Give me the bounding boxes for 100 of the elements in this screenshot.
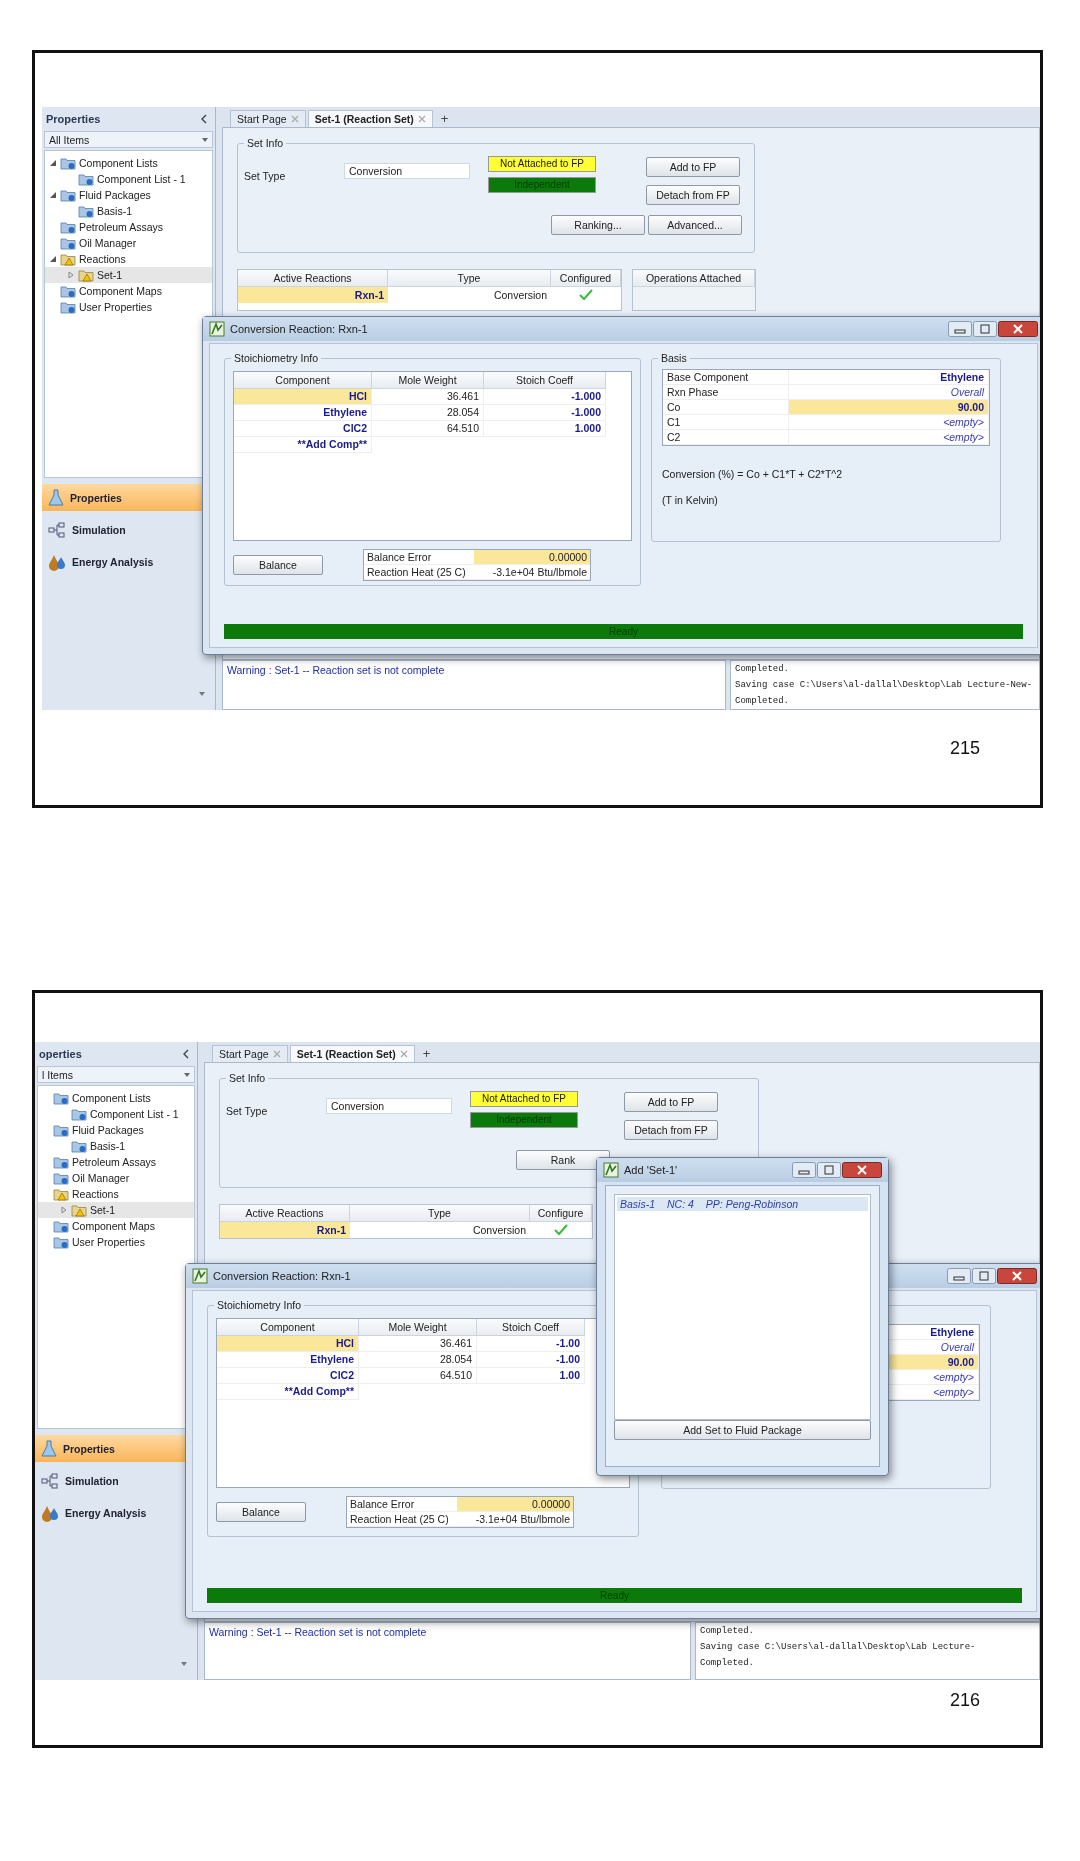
table-cell[interactable]: 90.00 bbox=[789, 400, 989, 415]
close-icon[interactable] bbox=[399, 1050, 408, 1058]
warning-folder-icon bbox=[71, 1203, 87, 1217]
table-cell[interactable]: Ethylene bbox=[789, 370, 989, 385]
tree-item[interactable]: Component Lists bbox=[45, 155, 212, 171]
table-cell[interactable]: <empty> bbox=[789, 430, 989, 445]
filter-dropdown[interactable]: l Items bbox=[37, 1066, 195, 1083]
caret-icon[interactable] bbox=[181, 1662, 187, 1666]
nav-button[interactable]: Energy Analysis bbox=[35, 1499, 197, 1526]
tree-item[interactable]: Oil Manager bbox=[38, 1170, 194, 1186]
expander-icon[interactable] bbox=[49, 159, 57, 167]
table-cell[interactable]: HCl bbox=[217, 1336, 359, 1352]
tree-item[interactable]: Component Maps bbox=[45, 283, 212, 299]
action-button[interactable]: Add to FP bbox=[646, 157, 740, 177]
close-icon[interactable] bbox=[290, 115, 299, 123]
list-item[interactable]: Basis-1 NC: 4 PP: Peng-Robinson bbox=[617, 1197, 868, 1211]
maximize-button[interactable] bbox=[817, 1162, 841, 1178]
tree-item[interactable]: User Properties bbox=[38, 1234, 194, 1250]
table-cell[interactable]: <empty> bbox=[789, 415, 989, 430]
balance-button[interactable]: Balance bbox=[216, 1502, 306, 1522]
collapse-icon[interactable] bbox=[201, 114, 207, 124]
action-button[interactable]: Rank bbox=[516, 1150, 610, 1170]
action-button[interactable]: Advanced... bbox=[648, 215, 742, 235]
nav-button[interactable]: Simulation bbox=[35, 1467, 197, 1494]
group-label: Basis bbox=[658, 352, 690, 364]
tab[interactable]: Set-1 (Reaction Set) bbox=[307, 110, 433, 127]
tree-item[interactable]: Component List - 1 bbox=[38, 1106, 194, 1122]
caret-icon[interactable] bbox=[199, 692, 205, 696]
tree-item[interactable]: Fluid Packages bbox=[45, 187, 212, 203]
tree-item[interactable]: Component List - 1 bbox=[45, 171, 212, 187]
set-type-field[interactable]: Conversion bbox=[344, 163, 470, 179]
column-header: Stoich Coeff bbox=[477, 1319, 585, 1336]
close-button[interactable] bbox=[842, 1162, 882, 1178]
table-cell: 28.054 bbox=[372, 405, 484, 421]
tree-item[interactable]: User Properties bbox=[45, 299, 212, 315]
column-header: Stoich Coeff bbox=[484, 372, 606, 389]
window-title: Add 'Set-1' bbox=[624, 1164, 678, 1176]
new-tab-button[interactable]: + bbox=[416, 1044, 437, 1062]
minimize-button[interactable] bbox=[948, 321, 972, 337]
tree-item[interactable]: Basis-1 bbox=[45, 203, 212, 219]
log-line: Saving case C:\Users\al-dallal\Desktop\Lab Lecture-New- bbox=[735, 679, 1034, 692]
flowsheet-icon bbox=[41, 1472, 59, 1489]
close-button[interactable] bbox=[997, 1268, 1037, 1284]
tree-item[interactable]: Oil Manager bbox=[45, 235, 212, 251]
table-cell[interactable]: ClC2 bbox=[217, 1368, 359, 1384]
collapse-icon[interactable] bbox=[183, 1049, 189, 1059]
table-cell[interactable]: **Add Comp** bbox=[217, 1384, 359, 1400]
minimize-button[interactable] bbox=[947, 1268, 971, 1284]
table-cell: Reaction Heat (25 C) bbox=[364, 565, 474, 580]
tab[interactable]: Start Page bbox=[230, 110, 306, 127]
minimize-button[interactable] bbox=[792, 1162, 816, 1178]
table-cell: 1.00 bbox=[477, 1368, 585, 1384]
table-cell[interactable]: ClC2 bbox=[234, 421, 372, 437]
log-line: Completed. bbox=[700, 1657, 755, 1670]
balance-button[interactable]: Balance bbox=[233, 555, 323, 575]
tree-item[interactable]: Fluid Packages bbox=[38, 1122, 194, 1138]
action-button[interactable]: Detach from FP bbox=[646, 185, 740, 205]
add-button[interactable]: Add Set to Fluid Package bbox=[614, 1420, 871, 1440]
action-button[interactable]: Detach from FP bbox=[624, 1120, 718, 1140]
filter-dropdown[interactable]: All Items bbox=[44, 131, 213, 148]
tree-item[interactable]: Petroleum Assays bbox=[38, 1154, 194, 1170]
maximize-button[interactable] bbox=[973, 321, 997, 337]
nav-button[interactable]: Energy Analysis bbox=[42, 548, 215, 575]
close-button[interactable] bbox=[998, 321, 1038, 337]
log-line: Completed. bbox=[700, 1625, 755, 1638]
field-label: Set Type bbox=[226, 1105, 269, 1117]
folder-icon bbox=[60, 236, 76, 250]
tab[interactable]: Set-1 (Reaction Set) bbox=[289, 1045, 415, 1062]
page-number: 216 bbox=[949, 1690, 980, 1711]
action-button[interactable]: Add to FP bbox=[624, 1092, 718, 1112]
tree-item[interactable]: Set-1 bbox=[45, 267, 212, 283]
tree-item[interactable]: Basis-1 bbox=[38, 1138, 194, 1154]
folder-icon bbox=[53, 1155, 69, 1169]
set-type-field[interactable]: Conversion bbox=[326, 1098, 452, 1114]
expander-icon[interactable] bbox=[49, 191, 57, 199]
table-cell[interactable]: HCl bbox=[234, 389, 372, 405]
close-icon[interactable] bbox=[417, 115, 426, 123]
table-cell[interactable]: **Add Comp** bbox=[234, 437, 372, 453]
action-button[interactable]: Ranking... bbox=[551, 215, 645, 235]
tree-item[interactable]: Petroleum Assays bbox=[45, 219, 212, 235]
flowsheet-icon bbox=[48, 521, 66, 538]
status-label: Not Attached to FP bbox=[488, 156, 596, 172]
note-text: (T in Kelvin) bbox=[662, 494, 719, 506]
folder-icon bbox=[60, 284, 76, 298]
nav-button[interactable]: Simulation bbox=[42, 516, 215, 543]
tree-item[interactable]: Component Maps bbox=[38, 1218, 194, 1234]
expander-icon[interactable] bbox=[49, 255, 57, 263]
tree-item[interactable]: Reactions bbox=[45, 251, 212, 267]
folder-icon bbox=[78, 204, 94, 218]
table-cell[interactable]: Ethylene bbox=[234, 405, 372, 421]
folder-icon bbox=[71, 1107, 87, 1121]
tree-item[interactable]: Reactions bbox=[38, 1186, 194, 1202]
maximize-button[interactable] bbox=[972, 1268, 996, 1284]
tree-item[interactable]: Component Lists bbox=[38, 1090, 194, 1106]
close-icon[interactable] bbox=[272, 1050, 281, 1058]
new-tab-button[interactable]: + bbox=[434, 109, 455, 127]
table-cell[interactable]: Ethylene bbox=[217, 1352, 359, 1368]
tab[interactable]: Start Page bbox=[212, 1045, 288, 1062]
tree-item[interactable]: Set-1 bbox=[38, 1202, 194, 1218]
app-icon bbox=[192, 1268, 208, 1284]
